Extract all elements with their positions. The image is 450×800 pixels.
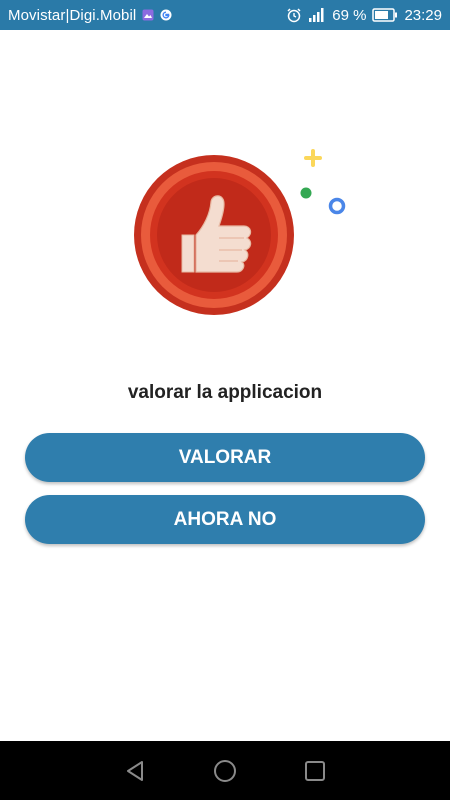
recents-icon[interactable] [300, 756, 330, 786]
not-now-button[interactable]: AHORA NO [25, 495, 425, 544]
thumbs-up-icon [134, 149, 346, 315]
back-icon[interactable] [120, 756, 150, 786]
thumbs-up-illustration [120, 140, 360, 330]
battery-percent: 69 % [332, 6, 367, 24]
status-bar: Movistar|Digi.Mobil 69 % 23:29 [0, 0, 450, 30]
clock: 23:29 [404, 6, 442, 24]
battery-icon [372, 8, 398, 22]
carrier-name: Movistar|Digi.Mobil [8, 6, 137, 24]
alarm-icon [286, 7, 302, 23]
navigation-bar [0, 741, 450, 800]
status-bar-left: Movistar|Digi.Mobil [8, 7, 172, 24]
gallery-icon [142, 9, 154, 21]
home-icon[interactable] [210, 756, 240, 786]
rate-button[interactable]: VALORAR [25, 433, 425, 482]
signal-icon [308, 7, 326, 23]
status-bar-right: 69 % 23:29 [286, 7, 442, 24]
rate-prompt-title: valorar la applicacion [127, 382, 323, 403]
google-icon [160, 9, 172, 21]
